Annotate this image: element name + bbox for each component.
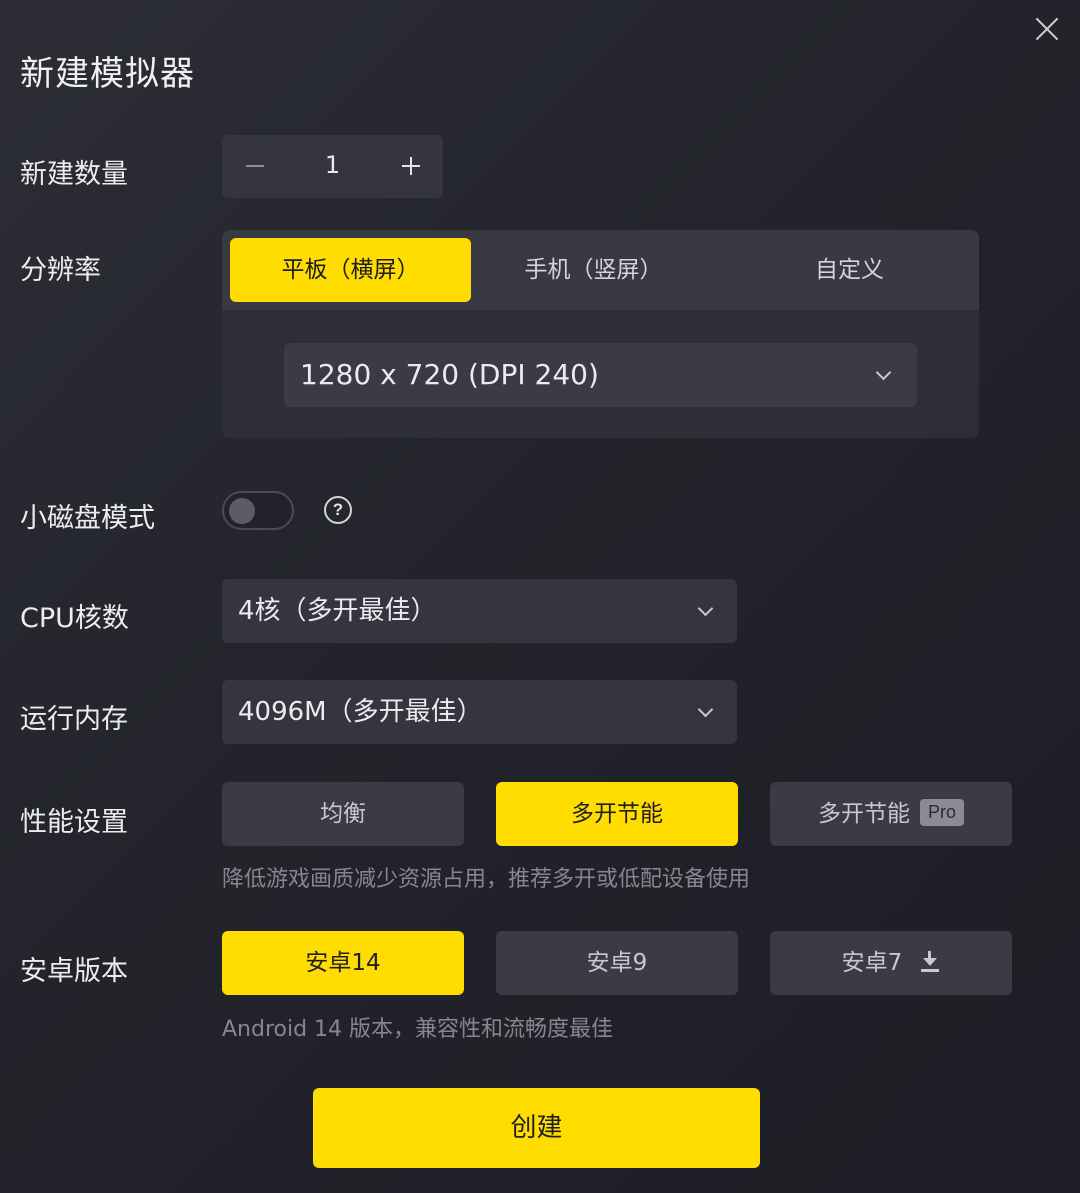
resolution-tabs: 平板（横屏） 手机（竖屏） 自定义 [222, 230, 979, 310]
create-button[interactable]: 创建 [313, 1088, 760, 1168]
download-icon [920, 949, 940, 973]
resolution-panel: 平板（横屏） 手机（竖屏） 自定义 1280 x 720 (DPI 240) [222, 230, 979, 438]
android-9-button[interactable]: 安卓9 [496, 931, 738, 995]
cpu-label: CPU核数 [20, 603, 129, 634]
android-14-button[interactable]: 安卓14 [222, 931, 464, 995]
resolution-value: 1280 x 720 (DPI 240) [300, 358, 599, 391]
performance-hint: 降低游戏画质减少资源占用，推荐多开或低配设备使用 [222, 867, 751, 892]
resolution-select[interactable]: 1280 x 720 (DPI 240) [284, 343, 917, 407]
small-disk-label: 小磁盘模式 [20, 503, 155, 534]
performance-power-saving-button[interactable]: 多开节能 [496, 782, 738, 846]
performance-power-saving-pro-button[interactable]: 多开节能 Pro [770, 782, 1012, 846]
chevron-down-icon [697, 600, 714, 617]
dialog-title: 新建模拟器 [20, 54, 195, 94]
pro-badge: Pro [919, 799, 964, 826]
android-7-label: 安卓7 [841, 950, 903, 976]
tab-phone-portrait[interactable]: 手机（竖屏） [471, 238, 716, 302]
help-icon[interactable]: ? [324, 496, 352, 524]
tab-tablet-landscape[interactable]: 平板（横屏） [230, 238, 471, 302]
memory-value: 4096M（多开最佳） [238, 697, 483, 727]
android-version-label: 安卓版本 [20, 956, 128, 987]
quantity-stepper: 1 [222, 135, 443, 198]
resolution-label: 分辨率 [20, 255, 101, 286]
performance-balanced-button[interactable]: 均衡 [222, 782, 464, 846]
small-disk-toggle[interactable] [222, 491, 294, 530]
close-icon[interactable] [1030, 12, 1064, 46]
android-7-button[interactable]: 安卓7 [770, 931, 1012, 995]
chevron-down-icon [875, 364, 892, 381]
toggle-knob [229, 498, 255, 524]
tab-custom[interactable]: 自定义 [727, 238, 972, 302]
performance-pro-label: 多开节能 [817, 801, 910, 827]
cpu-select[interactable]: 4核（多开最佳） [222, 579, 737, 643]
create-emulator-dialog: 新建模拟器 新建数量 1 分辨率 平板（横屏） 手机（竖屏） 自定义 1280 … [0, 0, 1080, 1193]
memory-label: 运行内存 [20, 704, 128, 735]
performance-label: 性能设置 [20, 807, 128, 838]
count-label: 新建数量 [20, 159, 128, 190]
cpu-value: 4核（多开最佳） [238, 596, 437, 626]
memory-select[interactable]: 4096M（多开最佳） [222, 680, 737, 744]
plus-icon[interactable] [398, 153, 424, 179]
chevron-down-icon [697, 701, 714, 718]
android-hint: Android 14 版本，兼容性和流畅度最佳 [222, 1017, 614, 1042]
